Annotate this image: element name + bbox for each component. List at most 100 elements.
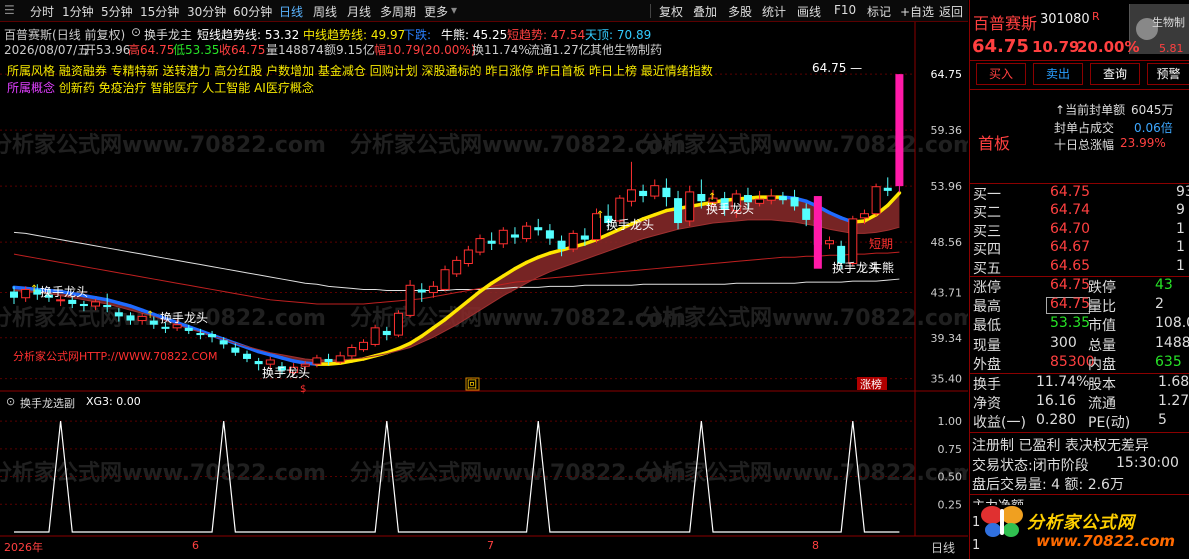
candle-body bbox=[440, 269, 450, 290]
ten-day-label: 十日总涨幅 bbox=[1054, 138, 1115, 152]
candle-body bbox=[568, 232, 578, 250]
candle-body bbox=[685, 191, 695, 222]
limit-tag: 涨榜 bbox=[860, 377, 882, 391]
candle-body bbox=[79, 303, 88, 307]
subpanel-title[interactable]: 换手龙选副 bbox=[20, 395, 75, 411]
query-button[interactable]: 查询 bbox=[1090, 63, 1140, 85]
candle-body bbox=[778, 196, 787, 201]
stat-value: 1488 bbox=[1155, 334, 1189, 351]
signal-arrow: ↑ bbox=[30, 284, 38, 295]
fin-value: 16.16 bbox=[1036, 393, 1077, 410]
concept-list: 创新药 免疫治疗 智能医疗 人工智能 AI医疗概念 bbox=[58, 81, 314, 95]
amount-info: 额9.15亿 bbox=[324, 43, 375, 57]
watermark-url: 分析家公式网HTTP://WWW.70822.COM bbox=[13, 350, 218, 363]
candle-body bbox=[219, 340, 228, 345]
low-info: 低53.35 bbox=[173, 43, 220, 57]
candle-body bbox=[243, 353, 251, 359]
rp-price: 64.75 bbox=[972, 36, 1029, 57]
short-trend-segment bbox=[93, 295, 109, 302]
candle-body bbox=[510, 234, 519, 238]
trend-band bbox=[14, 192, 900, 365]
alert-button[interactable]: 预警 bbox=[1147, 63, 1189, 85]
candle-body bbox=[196, 333, 205, 336]
stat-value: 64.75 bbox=[1050, 296, 1091, 313]
y-tick-label: 59.36 bbox=[931, 124, 963, 137]
sub-y-tick: 1.00 bbox=[938, 415, 963, 428]
candle-body bbox=[231, 347, 240, 353]
short-trend-segment bbox=[12, 285, 28, 291]
stat-value: 108.0 bbox=[1155, 315, 1189, 332]
fin-value: 1.68 bbox=[1158, 374, 1189, 390]
mid-trend-line bbox=[13, 219, 900, 361]
rp-stock-code: 301080 bbox=[1040, 12, 1090, 27]
quote-panel: 百普赛斯 301080 R 生物制 5.81 64.75 10.79 20.00… bbox=[969, 0, 1189, 559]
fin-label: PE(动) bbox=[1088, 415, 1131, 432]
candle-body bbox=[674, 198, 683, 224]
candle-body bbox=[498, 229, 508, 245]
indicator-dropdown-icon[interactable]: ⊙ bbox=[131, 25, 141, 39]
candle-body bbox=[254, 361, 263, 365]
bid-volume: 1 bbox=[1176, 220, 1185, 237]
float-info: 流通1.27亿 bbox=[528, 43, 591, 57]
candle-body bbox=[417, 289, 426, 293]
bid-label: 买三 bbox=[973, 223, 1001, 240]
stat-label: 现量 bbox=[973, 337, 1001, 354]
x-label-aug: 8 bbox=[812, 539, 819, 552]
sub-y-tick: 0.75 bbox=[938, 443, 963, 456]
bid-volume: 9 bbox=[1176, 202, 1185, 219]
watermark-text: 分析家公式网www.70822.com bbox=[640, 460, 968, 486]
candle-body bbox=[405, 284, 415, 316]
candle-body bbox=[650, 185, 660, 197]
style-tags: 所属风格 融资融券 专精特新 送转潜力 高分红股 户数增加 基金减仓 回购计划 … bbox=[7, 64, 713, 78]
y-tick-label: 39.34 bbox=[931, 332, 963, 345]
candle-body bbox=[10, 291, 18, 298]
close-info: 收64.75 bbox=[219, 43, 266, 57]
sub-y-tick: 0.25 bbox=[938, 498, 963, 511]
rp-change: 10.79 bbox=[1032, 38, 1080, 56]
candle-body bbox=[161, 326, 170, 329]
subpanel-value: XG3: 0.00 bbox=[86, 395, 141, 408]
turnover-info: 换11.74% bbox=[472, 43, 530, 57]
high-info: 高64.75 bbox=[128, 43, 175, 57]
stat-value: 300 bbox=[1050, 334, 1077, 351]
stat-label: 跌停 bbox=[1088, 280, 1116, 296]
stat-value: 64.75 bbox=[1050, 277, 1091, 293]
sell-button[interactable]: 卖出 bbox=[1033, 63, 1083, 85]
candle-body bbox=[428, 285, 438, 294]
trade-status: 交易状态:闭市阶段 bbox=[972, 458, 1089, 474]
period-indicator[interactable]: 日线 bbox=[931, 539, 955, 556]
sector-label: 生物制 bbox=[1152, 16, 1185, 29]
bull-bear-tag: 牛熊 bbox=[870, 260, 894, 275]
x-label-year: 2026年 bbox=[4, 541, 43, 554]
after-hours-info: 盘后交易量: 4 额: 2.6万 bbox=[972, 477, 1124, 493]
candle-body bbox=[859, 213, 869, 219]
fin-label: 流通 bbox=[1088, 396, 1116, 413]
candle-body bbox=[137, 315, 147, 322]
candle-body bbox=[114, 312, 123, 317]
candle-body bbox=[324, 358, 333, 363]
watermark-text: 分析家公式网www.70822.com bbox=[350, 132, 686, 158]
hs-label: 换手龙头 bbox=[262, 366, 310, 380]
stat-label: 内盘 bbox=[1088, 356, 1116, 373]
candle-body bbox=[452, 259, 462, 275]
bid-price: 64.70 bbox=[1050, 220, 1091, 237]
candle-body bbox=[662, 187, 671, 198]
subpanel-dropdown-icon[interactable]: ⊙ bbox=[6, 395, 15, 408]
fin-label: 换手 bbox=[973, 377, 1001, 393]
trade-time: 15:30:00 bbox=[1116, 455, 1179, 471]
partial-row-c: 1 bbox=[972, 538, 981, 553]
open-info: 开53.96 bbox=[84, 43, 131, 57]
hs-label: 换手龙头 bbox=[40, 285, 88, 299]
ten-day-value: 23.99% bbox=[1120, 136, 1166, 150]
bid-price: 64.75 bbox=[1050, 184, 1091, 200]
candle-body bbox=[393, 312, 403, 336]
bid-volume: 93 bbox=[1176, 184, 1189, 200]
candle-body bbox=[522, 225, 532, 240]
bid-label: 买四 bbox=[973, 242, 1001, 259]
buy-button[interactable]: 买入 bbox=[976, 63, 1026, 85]
r-badge: R bbox=[1092, 10, 1100, 23]
volume-info: 量148874 bbox=[266, 43, 324, 57]
stat-label: 市值 bbox=[1088, 318, 1116, 335]
candle-body bbox=[766, 195, 776, 201]
short-line-tag: 短期 bbox=[869, 237, 893, 251]
